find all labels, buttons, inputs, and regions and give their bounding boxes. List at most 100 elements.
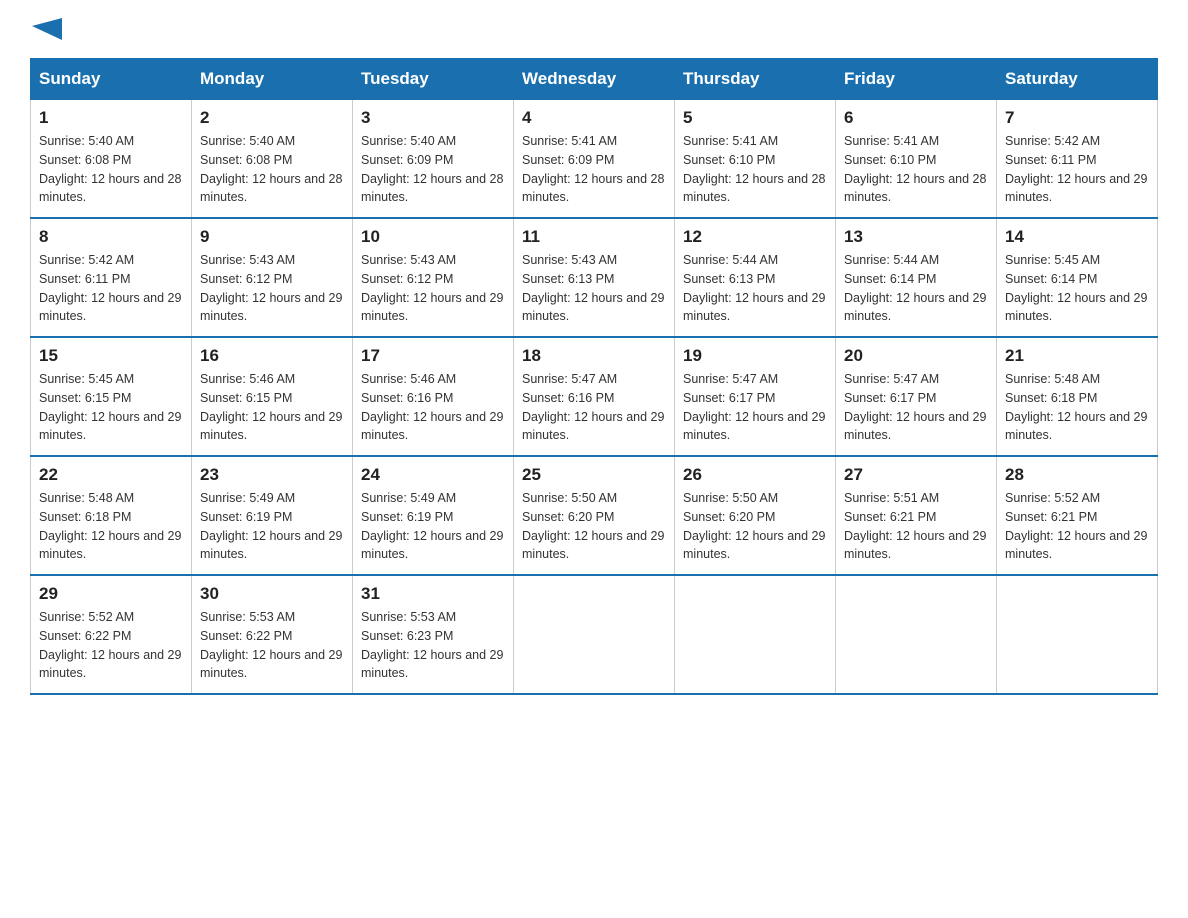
day-number: 27: [844, 465, 988, 485]
day-info: Sunrise: 5:48 AM Sunset: 6:18 PM Dayligh…: [39, 489, 183, 564]
day-info: Sunrise: 5:50 AM Sunset: 6:20 PM Dayligh…: [683, 489, 827, 564]
column-header-tuesday: Tuesday: [353, 59, 514, 100]
calendar-cell: 6 Sunrise: 5:41 AM Sunset: 6:10 PM Dayli…: [836, 100, 997, 219]
calendar-cell: 23 Sunrise: 5:49 AM Sunset: 6:19 PM Dayl…: [192, 456, 353, 575]
calendar-week-row: 22 Sunrise: 5:48 AM Sunset: 6:18 PM Dayl…: [31, 456, 1158, 575]
day-info: Sunrise: 5:46 AM Sunset: 6:16 PM Dayligh…: [361, 370, 505, 445]
day-number: 12: [683, 227, 827, 247]
column-header-monday: Monday: [192, 59, 353, 100]
day-info: Sunrise: 5:42 AM Sunset: 6:11 PM Dayligh…: [39, 251, 183, 326]
day-info: Sunrise: 5:41 AM Sunset: 6:10 PM Dayligh…: [844, 132, 988, 207]
day-info: Sunrise: 5:43 AM Sunset: 6:12 PM Dayligh…: [200, 251, 344, 326]
day-number: 17: [361, 346, 505, 366]
calendar-cell: 7 Sunrise: 5:42 AM Sunset: 6:11 PM Dayli…: [997, 100, 1158, 219]
calendar-cell: 2 Sunrise: 5:40 AM Sunset: 6:08 PM Dayli…: [192, 100, 353, 219]
day-number: 1: [39, 108, 183, 128]
calendar-cell: 27 Sunrise: 5:51 AM Sunset: 6:21 PM Dayl…: [836, 456, 997, 575]
day-number: 29: [39, 584, 183, 604]
day-number: 5: [683, 108, 827, 128]
day-number: 22: [39, 465, 183, 485]
day-number: 19: [683, 346, 827, 366]
calendar-cell: 31 Sunrise: 5:53 AM Sunset: 6:23 PM Dayl…: [353, 575, 514, 694]
column-header-wednesday: Wednesday: [514, 59, 675, 100]
day-number: 21: [1005, 346, 1149, 366]
day-number: 30: [200, 584, 344, 604]
day-info: Sunrise: 5:47 AM Sunset: 6:17 PM Dayligh…: [844, 370, 988, 445]
logo-triangle-icon: [32, 18, 62, 48]
day-info: Sunrise: 5:41 AM Sunset: 6:10 PM Dayligh…: [683, 132, 827, 207]
day-number: 13: [844, 227, 988, 247]
day-info: Sunrise: 5:40 AM Sunset: 6:08 PM Dayligh…: [200, 132, 344, 207]
calendar-cell: 18 Sunrise: 5:47 AM Sunset: 6:16 PM Dayl…: [514, 337, 675, 456]
day-number: 10: [361, 227, 505, 247]
day-number: 14: [1005, 227, 1149, 247]
calendar-cell: 15 Sunrise: 5:45 AM Sunset: 6:15 PM Dayl…: [31, 337, 192, 456]
calendar-cell: 10 Sunrise: 5:43 AM Sunset: 6:12 PM Dayl…: [353, 218, 514, 337]
column-header-friday: Friday: [836, 59, 997, 100]
day-number: 20: [844, 346, 988, 366]
calendar-cell: 24 Sunrise: 5:49 AM Sunset: 6:19 PM Dayl…: [353, 456, 514, 575]
day-number: 24: [361, 465, 505, 485]
day-number: 16: [200, 346, 344, 366]
day-number: 28: [1005, 465, 1149, 485]
day-number: 15: [39, 346, 183, 366]
calendar-cell: 30 Sunrise: 5:53 AM Sunset: 6:22 PM Dayl…: [192, 575, 353, 694]
day-info: Sunrise: 5:45 AM Sunset: 6:14 PM Dayligh…: [1005, 251, 1149, 326]
day-number: 6: [844, 108, 988, 128]
calendar-cell: 5 Sunrise: 5:41 AM Sunset: 6:10 PM Dayli…: [675, 100, 836, 219]
day-info: Sunrise: 5:43 AM Sunset: 6:12 PM Dayligh…: [361, 251, 505, 326]
day-number: 26: [683, 465, 827, 485]
day-info: Sunrise: 5:47 AM Sunset: 6:17 PM Dayligh…: [683, 370, 827, 445]
day-info: Sunrise: 5:41 AM Sunset: 6:09 PM Dayligh…: [522, 132, 666, 207]
day-number: 9: [200, 227, 344, 247]
calendar-cell: 11 Sunrise: 5:43 AM Sunset: 6:13 PM Dayl…: [514, 218, 675, 337]
day-number: 8: [39, 227, 183, 247]
column-header-thursday: Thursday: [675, 59, 836, 100]
calendar-cell: 20 Sunrise: 5:47 AM Sunset: 6:17 PM Dayl…: [836, 337, 997, 456]
day-number: 25: [522, 465, 666, 485]
calendar-cell: 3 Sunrise: 5:40 AM Sunset: 6:09 PM Dayli…: [353, 100, 514, 219]
day-number: 4: [522, 108, 666, 128]
calendar-cell: 12 Sunrise: 5:44 AM Sunset: 6:13 PM Dayl…: [675, 218, 836, 337]
day-info: Sunrise: 5:45 AM Sunset: 6:15 PM Dayligh…: [39, 370, 183, 445]
page-header: [30, 20, 1158, 40]
calendar-cell: 9 Sunrise: 5:43 AM Sunset: 6:12 PM Dayli…: [192, 218, 353, 337]
day-number: 11: [522, 227, 666, 247]
calendar-cell: 1 Sunrise: 5:40 AM Sunset: 6:08 PM Dayli…: [31, 100, 192, 219]
calendar-week-row: 8 Sunrise: 5:42 AM Sunset: 6:11 PM Dayli…: [31, 218, 1158, 337]
calendar-header-row: SundayMondayTuesdayWednesdayThursdayFrid…: [31, 59, 1158, 100]
day-info: Sunrise: 5:52 AM Sunset: 6:22 PM Dayligh…: [39, 608, 183, 683]
calendar-cell: 4 Sunrise: 5:41 AM Sunset: 6:09 PM Dayli…: [514, 100, 675, 219]
calendar-cell: 8 Sunrise: 5:42 AM Sunset: 6:11 PM Dayli…: [31, 218, 192, 337]
calendar-cell: 16 Sunrise: 5:46 AM Sunset: 6:15 PM Dayl…: [192, 337, 353, 456]
calendar-cell: 25 Sunrise: 5:50 AM Sunset: 6:20 PM Dayl…: [514, 456, 675, 575]
day-number: 2: [200, 108, 344, 128]
day-info: Sunrise: 5:53 AM Sunset: 6:22 PM Dayligh…: [200, 608, 344, 683]
day-info: Sunrise: 5:50 AM Sunset: 6:20 PM Dayligh…: [522, 489, 666, 564]
day-info: Sunrise: 5:51 AM Sunset: 6:21 PM Dayligh…: [844, 489, 988, 564]
calendar-week-row: 29 Sunrise: 5:52 AM Sunset: 6:22 PM Dayl…: [31, 575, 1158, 694]
day-info: Sunrise: 5:42 AM Sunset: 6:11 PM Dayligh…: [1005, 132, 1149, 207]
day-number: 3: [361, 108, 505, 128]
day-info: Sunrise: 5:49 AM Sunset: 6:19 PM Dayligh…: [361, 489, 505, 564]
calendar-cell: 21 Sunrise: 5:48 AM Sunset: 6:18 PM Dayl…: [997, 337, 1158, 456]
logo: [30, 20, 62, 40]
day-info: Sunrise: 5:52 AM Sunset: 6:21 PM Dayligh…: [1005, 489, 1149, 564]
day-info: Sunrise: 5:53 AM Sunset: 6:23 PM Dayligh…: [361, 608, 505, 683]
calendar-cell: [675, 575, 836, 694]
day-info: Sunrise: 5:46 AM Sunset: 6:15 PM Dayligh…: [200, 370, 344, 445]
day-info: Sunrise: 5:44 AM Sunset: 6:14 PM Dayligh…: [844, 251, 988, 326]
day-info: Sunrise: 5:49 AM Sunset: 6:19 PM Dayligh…: [200, 489, 344, 564]
day-info: Sunrise: 5:43 AM Sunset: 6:13 PM Dayligh…: [522, 251, 666, 326]
day-number: 7: [1005, 108, 1149, 128]
column-header-sunday: Sunday: [31, 59, 192, 100]
day-info: Sunrise: 5:48 AM Sunset: 6:18 PM Dayligh…: [1005, 370, 1149, 445]
calendar-cell: 29 Sunrise: 5:52 AM Sunset: 6:22 PM Dayl…: [31, 575, 192, 694]
day-info: Sunrise: 5:44 AM Sunset: 6:13 PM Dayligh…: [683, 251, 827, 326]
calendar-cell: 28 Sunrise: 5:52 AM Sunset: 6:21 PM Dayl…: [997, 456, 1158, 575]
day-info: Sunrise: 5:47 AM Sunset: 6:16 PM Dayligh…: [522, 370, 666, 445]
calendar-cell: 26 Sunrise: 5:50 AM Sunset: 6:20 PM Dayl…: [675, 456, 836, 575]
calendar-cell: 14 Sunrise: 5:45 AM Sunset: 6:14 PM Dayl…: [997, 218, 1158, 337]
calendar-cell: 13 Sunrise: 5:44 AM Sunset: 6:14 PM Dayl…: [836, 218, 997, 337]
calendar-cell: [836, 575, 997, 694]
